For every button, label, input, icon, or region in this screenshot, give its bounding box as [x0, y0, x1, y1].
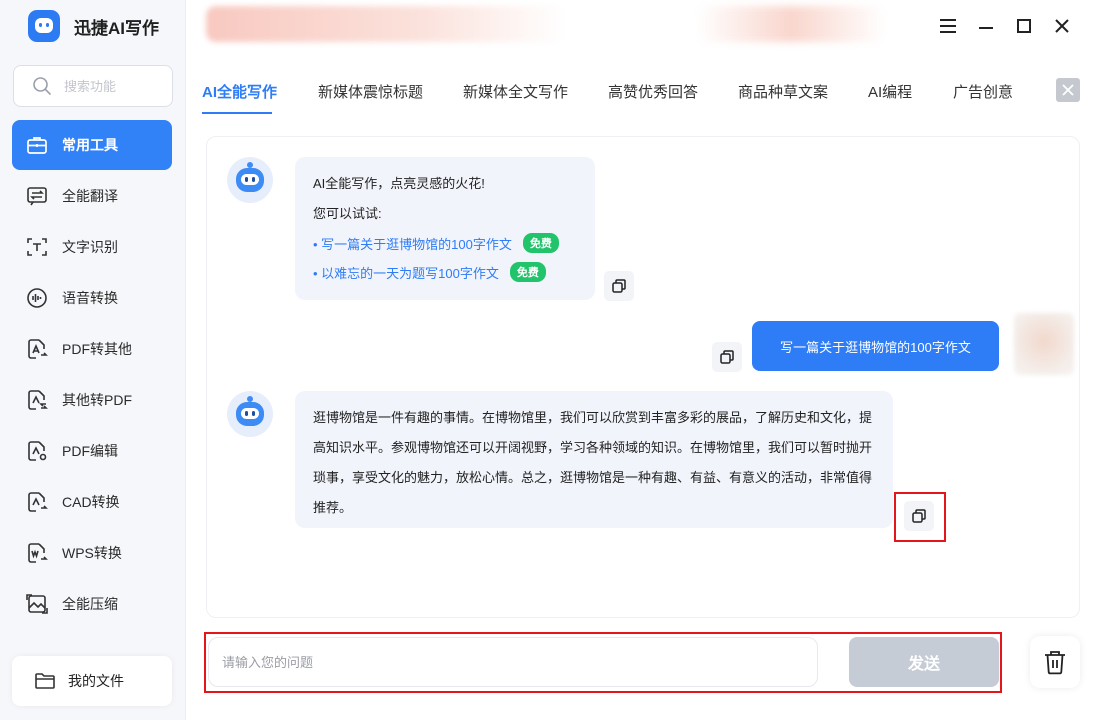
free-badge: 免费	[522, 233, 559, 253]
toolbox-icon	[27, 137, 47, 154]
sidebar-item-label: 其他转PDF	[62, 391, 132, 408]
my-files-button[interactable]: 我的文件	[12, 656, 172, 706]
minimize-button[interactable]	[974, 14, 998, 38]
copy-button[interactable]	[604, 271, 634, 301]
suggestion-item[interactable]: • 以难忘的一天为题写100字作文 免费	[313, 262, 577, 282]
cad-convert-icon	[28, 491, 48, 512]
menu-button[interactable]	[936, 14, 960, 38]
search-input[interactable]	[64, 78, 164, 94]
search-icon	[33, 77, 51, 95]
greeting-try-label: 您可以试试:	[313, 206, 382, 221]
app-brand: 迅捷AI写作	[28, 10, 159, 42]
user-message-bubble: 写一篇关于逛博物馆的100字作文	[752, 321, 999, 371]
greeting-bubble: AI全能写作，点亮灵感的火花! 您可以试试: • 写一篇关于逛博物馆的100字作…	[295, 157, 595, 300]
text-recognition-icon	[27, 237, 47, 256]
suggestion-item[interactable]: • 写一篇关于逛博物馆的100字作文 免费	[313, 233, 577, 253]
compress-icon	[26, 593, 48, 614]
search-box[interactable]	[13, 65, 173, 107]
sidebar-item-label: 语音转换	[62, 289, 118, 306]
bot-avatar	[227, 391, 273, 437]
suggestion-text[interactable]: • 写一篇关于逛博物馆的100字作文	[313, 234, 512, 253]
close-icon	[1055, 19, 1069, 33]
sidebar-item-label: 全能翻译	[62, 187, 118, 204]
wps-convert-icon	[28, 542, 48, 563]
minimize-icon	[979, 27, 993, 29]
sidebar-item-translate[interactable]: 全能翻译	[12, 170, 172, 221]
trash-icon	[1045, 651, 1065, 675]
pdf-convert-icon	[28, 338, 48, 359]
tab-shock-titles[interactable]: 新媒体震惊标题	[318, 81, 423, 102]
chat-panel: AI全能写作，点亮灵感的火花! 您可以试试: • 写一篇关于逛博物馆的100字作…	[206, 136, 1080, 618]
tab-ai-writing[interactable]: AI全能写作	[202, 81, 277, 102]
to-pdf-icon	[28, 389, 48, 410]
user-avatar	[1014, 313, 1074, 375]
clear-chat-button[interactable]	[1030, 636, 1080, 688]
active-tab-indicator	[202, 112, 272, 114]
bot-avatar	[227, 157, 273, 203]
sidebar-item-cad-convert[interactable]: CAD转换	[12, 476, 172, 527]
sidebar-item-voice-convert[interactable]: 语音转换	[12, 272, 172, 323]
tab-ad-ideas[interactable]: 广告创意	[953, 81, 1013, 102]
menu-icon	[940, 19, 956, 33]
close-window-button[interactable]	[1050, 14, 1074, 38]
feature-tabs: AI全能写作 新媒体震惊标题 新媒体全文写作 高赞优秀回答 商品种草文案 AI编…	[186, 60, 1100, 118]
sidebar-item-label: PDF编辑	[62, 442, 118, 459]
copy-highlight-box	[894, 492, 946, 542]
sidebar-item-common-tools[interactable]: 常用工具	[12, 120, 172, 170]
sidebar-item-label: 常用工具	[62, 137, 118, 153]
folder-icon	[35, 673, 55, 689]
sidebar-nav: 常用工具 全能翻译 文字识别 语音转换 PDF转其他 其他转PDF PDF编辑	[12, 120, 172, 629]
close-tabs-button[interactable]	[1056, 78, 1080, 102]
tab-top-answers[interactable]: 高赞优秀回答	[608, 81, 698, 102]
voice-convert-icon	[27, 287, 47, 308]
blurred-user-info	[696, 6, 886, 42]
title-bar	[186, 0, 1100, 60]
pdf-edit-icon	[28, 440, 47, 461]
greeting-title: AI全能写作，点亮灵感的火花!	[313, 176, 485, 191]
maximize-button[interactable]	[1012, 14, 1036, 38]
free-badge: 免费	[509, 262, 546, 282]
sidebar-item-pdf-convert[interactable]: PDF转其他	[12, 323, 172, 374]
maximize-icon	[1017, 19, 1031, 33]
suggestion-text[interactable]: • 以难忘的一天为题写100字作文	[313, 263, 499, 282]
reply-bubble: 逛博物馆是一件有趣的事情。在博物馆里，我们可以欣赏到丰富多彩的展品，了解历史和文…	[295, 391, 893, 528]
sidebar-item-to-pdf[interactable]: 其他转PDF	[12, 374, 172, 425]
sidebar-item-label: CAD转换	[62, 493, 120, 510]
sidebar: 迅捷AI写作 常用工具 全能翻译 文字识别 语音转换 PDF转其他 其他转PDF	[0, 0, 186, 720]
sidebar-item-wps-convert[interactable]: WPS转换	[12, 527, 172, 578]
copy-icon	[612, 279, 626, 293]
app-name: 迅捷AI写作	[74, 18, 159, 38]
sidebar-item-label: PDF转其他	[62, 340, 132, 357]
sidebar-item-text-recognition[interactable]: 文字识别	[12, 221, 172, 272]
input-highlight-box	[204, 632, 1002, 693]
close-icon	[1062, 84, 1074, 96]
tab-full-article[interactable]: 新媒体全文写作	[463, 81, 568, 102]
blurred-banner	[206, 6, 566, 42]
sidebar-item-compress[interactable]: 全能压缩	[12, 578, 172, 629]
sidebar-item-pdf-edit[interactable]: PDF编辑	[12, 425, 172, 476]
tab-product-copy[interactable]: 商品种草文案	[738, 81, 828, 102]
sidebar-item-label: 文字识别	[62, 238, 118, 255]
copy-button[interactable]	[712, 342, 742, 372]
copy-icon	[720, 350, 734, 364]
my-files-label: 我的文件	[68, 673, 124, 689]
sidebar-item-label: 全能压缩	[62, 595, 118, 612]
sidebar-item-label: WPS转换	[62, 544, 122, 561]
tab-ai-coding[interactable]: AI编程	[868, 81, 912, 102]
translate-icon	[27, 186, 47, 205]
app-logo-icon	[28, 10, 60, 42]
